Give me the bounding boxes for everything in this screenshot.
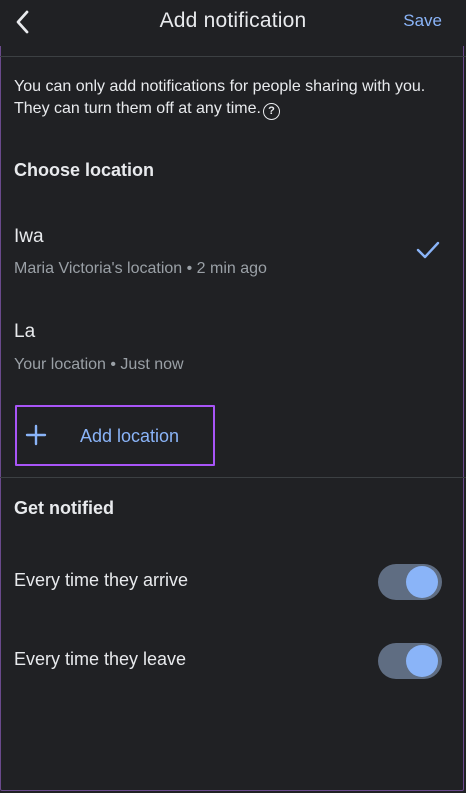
location-subtitle: Your location • Just now bbox=[14, 356, 184, 373]
help-icon[interactable]: ? bbox=[262, 103, 280, 120]
toggle-knob bbox=[406, 566, 438, 598]
location-item-iwa[interactable]: Iwa Maria Victoria's location • 2 min ag… bbox=[0, 218, 466, 290]
top-bar: Add notification Save bbox=[0, 0, 466, 46]
leave-toggle-row: Every time they leave bbox=[0, 640, 466, 680]
info-text: You can only add notifications for peopl… bbox=[14, 78, 426, 117]
plus-icon bbox=[25, 424, 47, 446]
location-subtitle: Maria Victoria's location • 2 min ago bbox=[14, 260, 267, 277]
arrive-toggle[interactable] bbox=[378, 562, 442, 600]
add-location-button[interactable]: Add location bbox=[15, 405, 215, 466]
arrive-toggle-label: Every time they arrive bbox=[14, 570, 189, 590]
location-name: La bbox=[14, 321, 36, 342]
section-divider bbox=[0, 477, 466, 478]
location-item-la[interactable]: La Your location • Just now bbox=[0, 313, 466, 385]
leave-toggle-label: Every time they leave bbox=[14, 649, 187, 669]
arrive-toggle-row: Every time they arrive bbox=[0, 561, 466, 601]
add-location-label: Add location bbox=[80, 426, 180, 446]
location-name: Iwa bbox=[14, 226, 44, 247]
info-text-block: You can only add notifications for peopl… bbox=[14, 76, 444, 120]
header-divider bbox=[0, 56, 466, 57]
toggle-knob bbox=[406, 645, 438, 677]
get-notified-title: Get notified bbox=[14, 498, 114, 518]
save-button[interactable]: Save bbox=[403, 11, 442, 31]
checkmark-icon bbox=[416, 241, 440, 259]
leave-toggle[interactable] bbox=[378, 641, 442, 679]
choose-location-title: Choose location bbox=[14, 160, 155, 180]
page-title: Add notification bbox=[159, 9, 307, 32]
